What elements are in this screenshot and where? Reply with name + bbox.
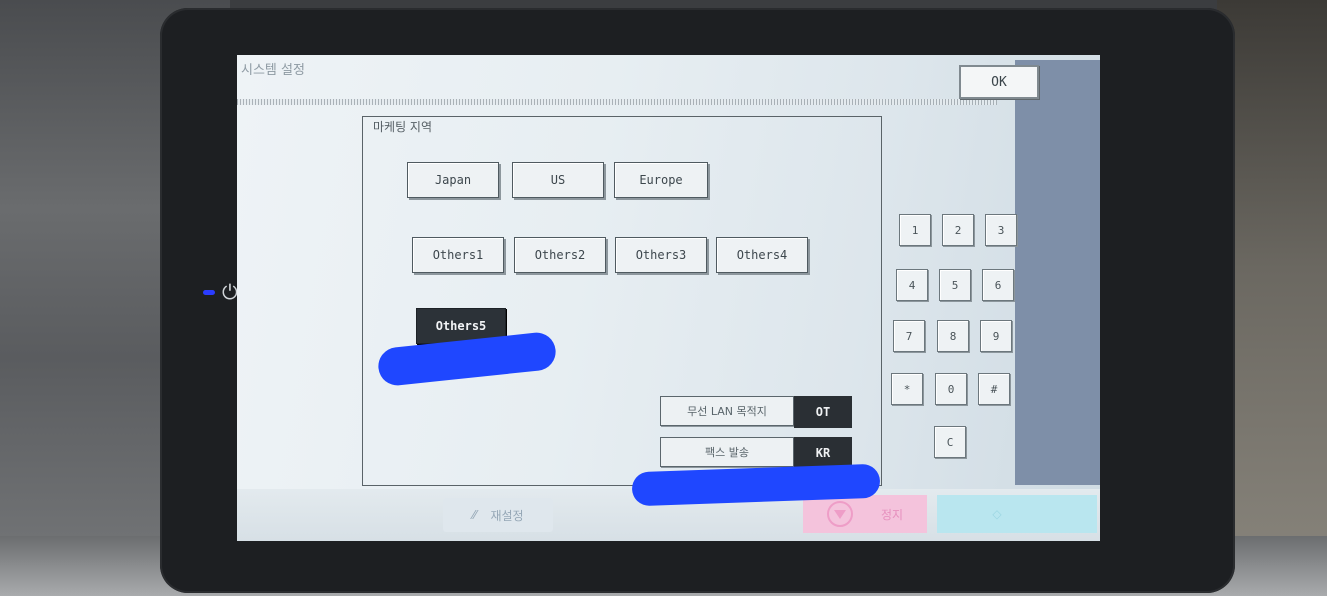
wireless-lan-destination-value: OT [794,396,852,428]
keypad-key-2[interactable]: 2 [942,214,974,246]
reset-button[interactable]: ⁄⁄ 재설정 [443,498,553,532]
stop-icon [826,501,853,527]
keypad-key-hash[interactable]: # [978,373,1010,405]
window-title: 시스템 설정 [241,63,305,78]
slash-icon: ⁄⁄ [472,508,477,522]
keypad-key-4[interactable]: 4 [896,269,928,301]
keypad-key-3[interactable]: 3 [985,214,1017,246]
power-led-indicator [203,290,215,295]
ok-button[interactable]: OK [959,65,1039,99]
region-button-others4[interactable]: Others4 [716,237,808,273]
power-icon[interactable]: ⏻ [222,280,238,304]
region-button-others1[interactable]: Others1 [412,237,504,273]
reset-button-label: 재설정 [490,508,524,523]
start-icon: ◇ [992,507,1002,521]
keypad-clear-key[interactable]: C [934,426,966,458]
keypad-key-6[interactable]: 6 [982,269,1014,301]
wireless-lan-destination-button[interactable]: 무선 LAN 목적지 [660,396,794,426]
stop-button-label: 정지 [880,507,904,522]
keypad-key-8[interactable]: 8 [937,320,969,352]
region-button-us[interactable]: US [512,162,604,198]
keypad-key-9[interactable]: 9 [980,320,1012,352]
region-button-japan[interactable]: Japan [407,162,499,198]
side-panel [1015,60,1100,485]
region-button-others2[interactable]: Others2 [514,237,606,273]
keypad-key-0[interactable]: 0 [935,373,967,405]
title-divider [237,99,997,105]
keypad-key-star[interactable]: * [891,373,923,405]
keypad-key-5[interactable]: 5 [939,269,971,301]
region-button-europe[interactable]: Europe [614,162,708,198]
fax-send-destination-button[interactable]: 팩스 발송 [660,437,794,467]
region-button-others3[interactable]: Others3 [615,237,707,273]
stop-button[interactable]: 정지 [803,495,927,533]
group-label: 마케팅 지역 [373,120,433,134]
touch-screen: 시스템 설정 OK 마케팅 지역 Japan US Europe Others1… [237,55,1100,541]
keypad-key-7[interactable]: 7 [893,320,925,352]
keypad-key-1[interactable]: 1 [899,214,931,246]
start-button[interactable]: ◇ [937,495,1097,533]
